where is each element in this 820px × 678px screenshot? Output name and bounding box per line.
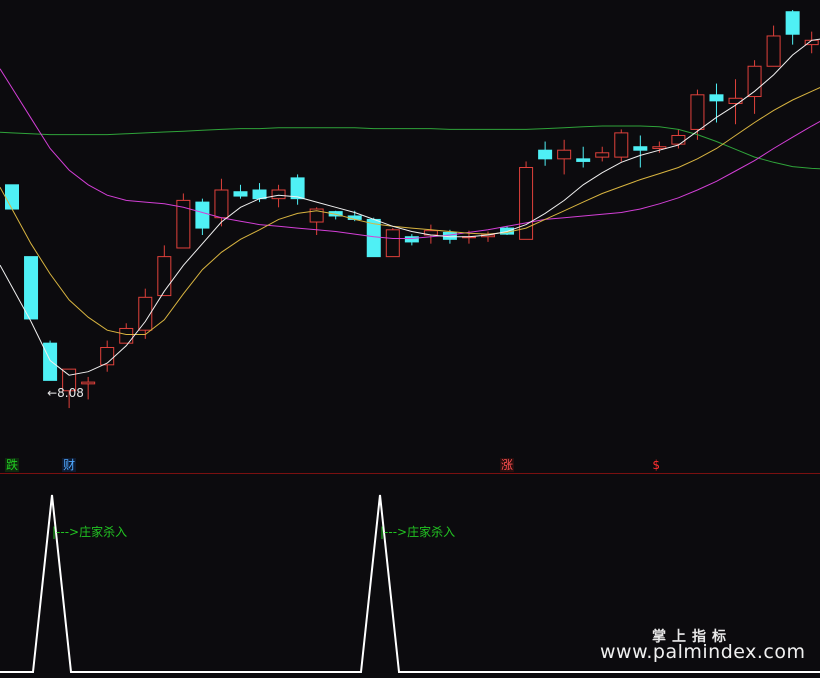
candle-up bbox=[728, 97, 743, 104]
candle-up bbox=[81, 381, 96, 385]
candle-down bbox=[43, 342, 58, 381]
candle-up bbox=[214, 189, 229, 219]
signal-tag-fall: 跌 bbox=[5, 458, 20, 472]
candle-up bbox=[614, 132, 629, 158]
watermark-url: www.palmindex.com bbox=[600, 641, 806, 663]
signal-tag-rise: 涨 bbox=[500, 458, 515, 472]
candle-down bbox=[785, 11, 800, 35]
candle-up bbox=[766, 35, 781, 67]
dealer-entry-annotation: |--->庄家杀入 bbox=[380, 525, 456, 539]
signal-tag-wealth: 财 bbox=[62, 458, 77, 472]
candle-up bbox=[690, 94, 705, 130]
candle-up bbox=[671, 134, 686, 145]
candle-up bbox=[557, 149, 572, 160]
candle-up bbox=[100, 347, 115, 366]
candle-down bbox=[633, 146, 648, 151]
candle-up bbox=[119, 327, 134, 344]
candle-down bbox=[290, 177, 305, 200]
candle-up bbox=[652, 146, 667, 149]
ma-fast-line bbox=[0, 38, 820, 376]
candle-down bbox=[404, 236, 419, 243]
signal-tag-dollar: $ bbox=[652, 458, 660, 472]
candle-up bbox=[271, 189, 286, 200]
candle-up bbox=[747, 65, 762, 98]
candle-down bbox=[576, 158, 591, 162]
candle-down bbox=[195, 201, 210, 229]
stock-chart-window: ←8.08 跌 财 涨 $ |--->庄家杀入 |--->庄家杀入 掌上指标 w… bbox=[0, 0, 820, 678]
candle-down bbox=[366, 218, 381, 258]
candle-down bbox=[24, 256, 39, 320]
dealer-entry-annotation: |--->庄家杀入 bbox=[52, 525, 128, 539]
candle-down bbox=[709, 94, 724, 102]
candle-up bbox=[385, 229, 400, 258]
low-price-label: ←8.08 bbox=[47, 386, 84, 401]
candle-down bbox=[538, 149, 553, 160]
candle-down bbox=[5, 184, 19, 210]
candlestick-chart[interactable] bbox=[0, 0, 820, 678]
candle-up bbox=[157, 256, 172, 297]
candle-up bbox=[595, 152, 610, 158]
candle-down bbox=[233, 191, 248, 197]
